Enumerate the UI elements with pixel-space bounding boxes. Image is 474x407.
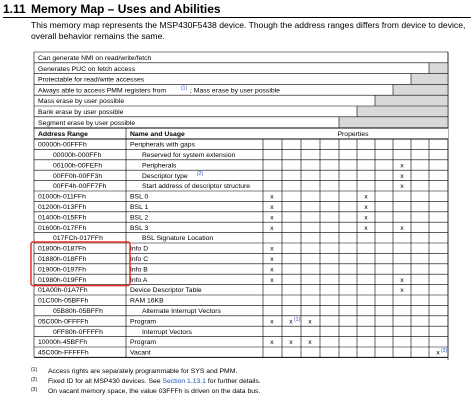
name-cell: Start address of descriptor structure xyxy=(142,183,250,190)
property-mark: x xyxy=(270,266,274,273)
address-cell: 017FCh-017FFh xyxy=(53,235,103,242)
address-cell: 01000h-011FFh xyxy=(38,194,86,201)
property-mark: x xyxy=(436,350,440,357)
address-cell: 00FF4h-00FF7Fh xyxy=(53,183,106,190)
address-cell: 01600h-017FFh xyxy=(38,225,87,232)
name-cell: Program xyxy=(130,339,156,346)
name-cell: Vacant xyxy=(130,350,151,357)
name-cell: Alternate Interrupt Vectors xyxy=(142,308,222,315)
address-cell: 10000h-45BFFh xyxy=(38,339,87,346)
memory-map-table: Can generate NMI on read/write/fetch Gene… xyxy=(30,51,449,360)
legend-label-2: Protectable for read/write accesses xyxy=(38,77,145,84)
name-cell: Descriptor type xyxy=(142,173,188,180)
property-mark: x xyxy=(270,225,274,232)
header-name: Name and Usage xyxy=(130,131,185,138)
header-properties: Properties xyxy=(338,131,370,138)
address-cell: 00100h-00FEFh xyxy=(53,162,102,169)
property-mark: x xyxy=(270,246,274,253)
property-mark: x xyxy=(400,173,404,180)
property-mark: x xyxy=(270,277,274,284)
memory-map-figure: Can generate NMI on read/write/fetch Gene… xyxy=(0,0,474,407)
property-mark: x xyxy=(364,204,368,211)
property-mark: x xyxy=(400,225,404,232)
address-cell: 0FF80h-0FFFFh xyxy=(53,329,103,336)
property-mark: x xyxy=(400,162,404,169)
property-mark: x xyxy=(364,225,368,232)
name-cell: Interrupt Vectors xyxy=(142,329,192,336)
name-cell: BSL 2 xyxy=(130,214,148,221)
address-cell: 01C00h-05BFFh xyxy=(38,298,88,305)
header-address: Address Range xyxy=(38,131,88,138)
address-cell: 01900h-0197Fh xyxy=(38,266,86,273)
name-cell: Reserved for system extension xyxy=(142,152,236,159)
name-cell: Device Descriptor Table xyxy=(130,287,202,294)
name-cell: Info D xyxy=(130,246,148,253)
name-cell: Info A xyxy=(130,277,148,284)
property-mark: x xyxy=(270,214,274,221)
address-cell: 01A00h-01A7Fh xyxy=(38,287,88,294)
address-cell: 01980h-019FFh xyxy=(38,277,87,284)
legend-shade xyxy=(339,116,448,128)
property-mark: x xyxy=(270,194,274,201)
property-mark: x xyxy=(308,318,312,325)
name-cell: Peripherals with gaps xyxy=(130,142,196,149)
property-mark: x xyxy=(400,277,404,284)
property-mark: x xyxy=(364,194,368,201)
property-mark: x xyxy=(270,256,274,263)
property-mark: x xyxy=(400,287,404,294)
mark-footnote-ref: (3) xyxy=(441,348,447,354)
legend-footnote-ref: (1) xyxy=(181,85,187,91)
name-cell: RAM 16KB xyxy=(130,298,164,305)
property-mark: x xyxy=(400,183,404,190)
mark-footnote-ref: (1) xyxy=(294,317,300,323)
address-cell: 00000h-00FFFh xyxy=(38,142,87,149)
name-cell: Info B xyxy=(130,266,148,273)
legend-label-0: Can generate NMI on read/write/fetch xyxy=(38,55,152,62)
legend-label-5: Bank erase by user possible xyxy=(38,109,124,116)
property-mark: x xyxy=(308,339,312,346)
name-cell: Program xyxy=(130,318,156,325)
name-footnote-ref: (2) xyxy=(197,171,203,177)
property-mark: x xyxy=(270,339,274,346)
name-cell: BSL 0 xyxy=(130,194,148,201)
address-cell: 01880h-018FFh xyxy=(38,256,87,263)
header-bg xyxy=(34,128,448,139)
legend-label-suffix: ; Mass erase by user possible xyxy=(190,87,280,94)
name-cell: BSL 3 xyxy=(130,225,148,232)
name-cell: BSL Signature Location xyxy=(142,235,213,242)
legend-label-6: Segment erase by user possible xyxy=(38,120,135,127)
property-mark: x xyxy=(364,214,368,221)
property-mark: x xyxy=(289,339,293,346)
address-cell: 00000h-000FFh xyxy=(53,152,102,159)
address-cell: 00FF0h-00FF3h xyxy=(53,173,102,180)
address-cell: 01400h-015FFh xyxy=(38,214,87,221)
property-mark: x xyxy=(289,318,293,325)
property-mark: x xyxy=(270,204,274,211)
name-cell: BSL 1 xyxy=(130,204,148,211)
address-cell: 05B80h-05BFFh xyxy=(53,308,103,315)
name-cell: Peripherals xyxy=(142,162,177,169)
address-cell: 01200h-013FFh xyxy=(38,204,87,211)
legend-label-4: Mass erase by user possible xyxy=(38,98,124,105)
section-link[interactable]: Section 1.13.1 xyxy=(162,378,205,385)
name-cell: Info C xyxy=(130,256,148,263)
address-cell: 01800h-0187Fh xyxy=(38,246,86,253)
property-mark: x xyxy=(270,318,274,325)
legend-label-1: Generates PUC on fetch access xyxy=(38,66,136,73)
address-cell: 05C00h-0FFFFh xyxy=(38,318,88,325)
legend-label-3: Always able to access PMM registers from xyxy=(38,87,166,94)
address-cell: 45C00h-FFFFFh xyxy=(38,350,89,357)
